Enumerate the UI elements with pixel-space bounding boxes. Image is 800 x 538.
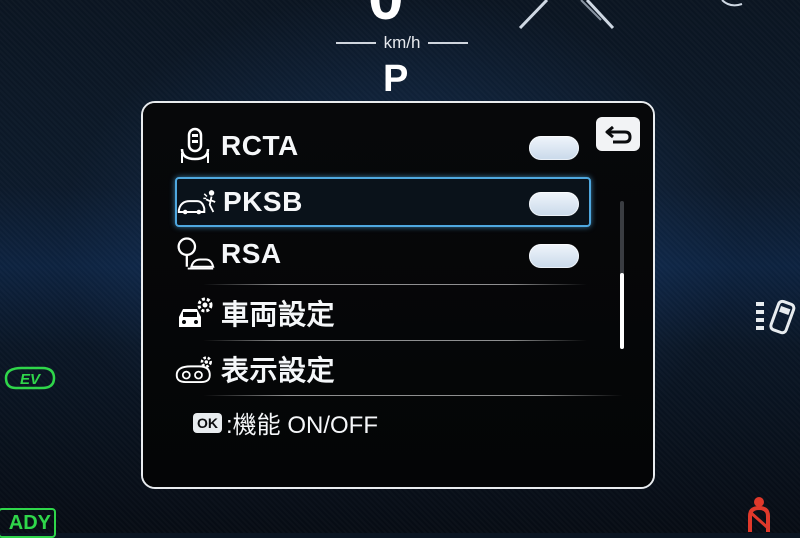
rsa-toggle[interactable] — [529, 244, 579, 268]
menu-item-vehicle-settings[interactable]: 車両設定 — [175, 290, 591, 336]
rcta-toggle[interactable] — [529, 136, 579, 160]
settings-menu-panel: RCTA PKSB RSA 車両設定 表示設定 OK:機能 ON/OFF — [141, 101, 655, 489]
pksb-toggle[interactable] — [529, 192, 579, 216]
ok-hint: OK :機能 ON/OFF — [193, 405, 378, 440]
gear-indicator: P — [383, 58, 409, 100]
parking-sensor-indicator-icon — [756, 299, 796, 335]
back-arrow-icon — [605, 125, 632, 144]
ready-indicator: ADY — [0, 508, 56, 538]
ev-label: EV — [20, 371, 42, 388]
pksb-car-pedestrian-icon — [177, 182, 217, 222]
speedometer-value: 0 — [368, 0, 406, 34]
menu-item-label: PKSB — [223, 186, 303, 217]
back-button[interactable] — [596, 117, 640, 151]
menu-item-label: 車両設定 — [221, 299, 336, 330]
speed-unit: km/h — [322, 32, 482, 54]
rsa-sign-car-icon — [175, 234, 215, 274]
menu-divider — [203, 284, 587, 285]
menu-scrollbar-thumb[interactable] — [620, 273, 624, 349]
ok-button-badge: OK — [193, 412, 222, 433]
vehicle-settings-icon — [175, 293, 215, 333]
menu-item-pksb[interactable]: PKSB — [175, 177, 591, 227]
seatbelt-warning-icon — [748, 497, 770, 532]
speed-unit-label: km/h — [383, 33, 421, 52]
ready-label: ADY — [8, 511, 51, 534]
menu-item-label: RSA — [221, 238, 282, 269]
lane-lines-icon — [518, 0, 615, 30]
menu-divider — [203, 340, 587, 341]
menu-item-rcta[interactable]: RCTA — [175, 123, 591, 169]
unit-divider-left — [335, 42, 376, 44]
display-settings-icon — [175, 349, 215, 389]
menu-item-rsa[interactable]: RSA — [175, 231, 591, 277]
rcta-sensor-icon — [175, 126, 215, 166]
menu-item-label: RCTA — [221, 130, 299, 161]
unit-divider-right — [428, 42, 469, 44]
menu-item-label: 表示設定 — [221, 355, 336, 386]
menu-item-display-settings[interactable]: 表示設定 — [175, 346, 591, 392]
top-right-indicator-icon — [721, 0, 743, 7]
menu-scrollbar[interactable] — [620, 201, 624, 349]
ok-hint-text: :機能 ON/OFF — [226, 412, 378, 439]
menu-divider — [203, 395, 623, 396]
ev-mode-icon: EV — [4, 366, 56, 390]
